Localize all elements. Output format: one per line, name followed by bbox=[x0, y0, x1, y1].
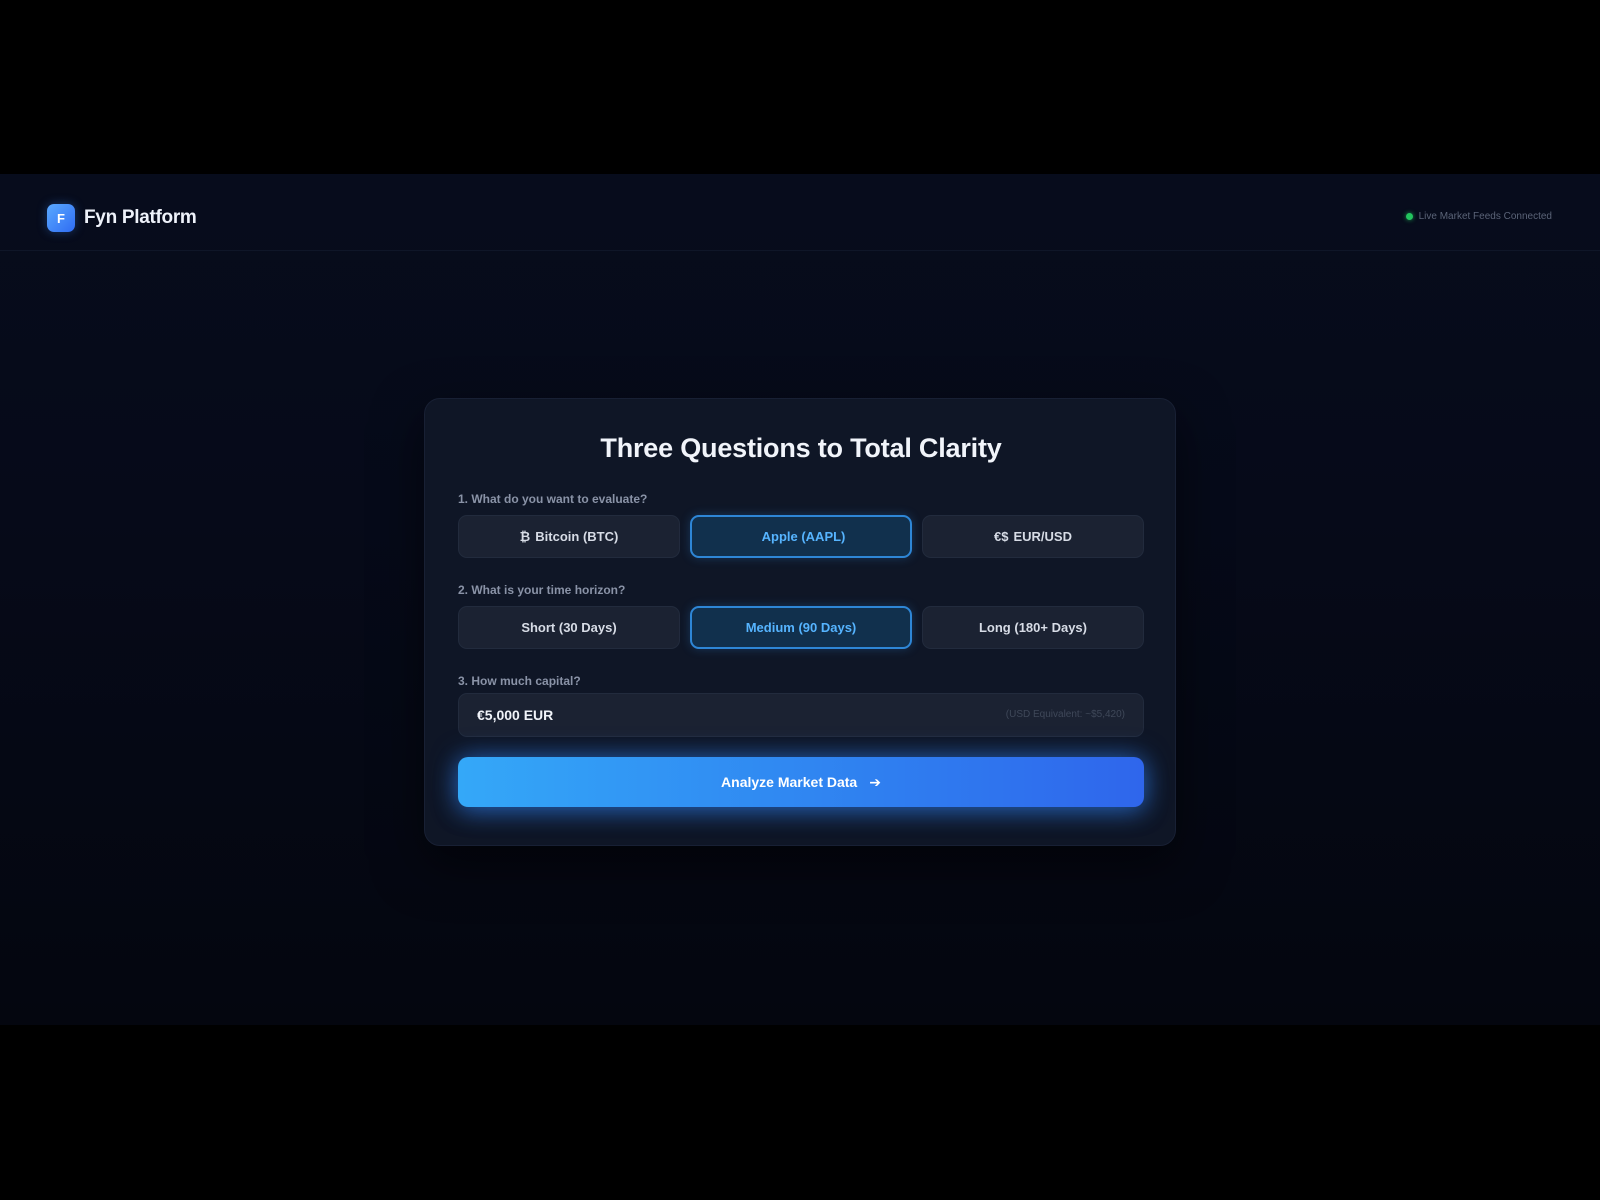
status-text: Live Market Feeds Connected bbox=[1418, 211, 1552, 222]
asset-options: ₿ Bitcoin (BTC) Apple (AAPL) €$ EUR/USD bbox=[458, 515, 1144, 558]
capital-field[interactable]: (USD Equivalent: ~$5,420) bbox=[458, 693, 1144, 737]
brand-logo-icon: F bbox=[47, 204, 75, 232]
letterbox-top bbox=[0, 0, 1600, 174]
option-eurusd[interactable]: €$ EUR/USD bbox=[922, 515, 1144, 558]
question-3-label: 3. How much capital? bbox=[458, 674, 581, 688]
analyze-button[interactable]: Analyze Market Data ➔ bbox=[458, 757, 1144, 807]
option-label: Bitcoin (BTC) bbox=[535, 529, 619, 544]
arrow-right-icon: ➔ bbox=[869, 773, 881, 790]
option-medium[interactable]: Medium (90 Days) bbox=[690, 606, 912, 649]
analyze-button-label: Analyze Market Data bbox=[721, 774, 858, 790]
currency-icon: €$ bbox=[994, 529, 1009, 544]
status-dot-icon bbox=[1405, 213, 1413, 220]
letterbox-bottom bbox=[0, 1025, 1600, 1200]
option-bitcoin[interactable]: ₿ Bitcoin (BTC) bbox=[458, 515, 680, 558]
brand-logo-letter: F bbox=[57, 210, 65, 226]
top-bar: F Fyn Platform Live Market Feeds Connect… bbox=[0, 174, 1600, 251]
option-label: Apple (AAPL) bbox=[761, 529, 846, 544]
option-long[interactable]: Long (180+ Days) bbox=[922, 606, 1144, 649]
option-apple[interactable]: Apple (AAPL) bbox=[690, 515, 912, 558]
question-2-label: 2. What is your time horizon? bbox=[458, 583, 626, 597]
capital-input[interactable] bbox=[477, 707, 877, 723]
question-1-label: 1. What do you want to evaluate? bbox=[458, 492, 648, 506]
brand[interactable]: F Fyn Platform bbox=[47, 204, 197, 232]
usd-equivalent: (USD Equivalent: ~$5,420) bbox=[1005, 709, 1125, 720]
card-title: Three Questions to Total Clarity bbox=[600, 433, 1002, 463]
questionnaire-card: Three Questions to Total Clarity 1. What… bbox=[424, 398, 1176, 846]
connection-status: Live Market Feeds Connected bbox=[1405, 211, 1552, 222]
horizon-options: Short (30 Days) Medium (90 Days) Long (1… bbox=[458, 606, 1144, 649]
bitcoin-icon: ₿ bbox=[519, 529, 531, 544]
option-label: EUR/USD bbox=[1013, 529, 1072, 544]
brand-name: Fyn Platform bbox=[84, 207, 197, 228]
option-short[interactable]: Short (30 Days) bbox=[458, 606, 680, 649]
app-window: F Fyn Platform Live Market Feeds Connect… bbox=[0, 174, 1600, 1025]
